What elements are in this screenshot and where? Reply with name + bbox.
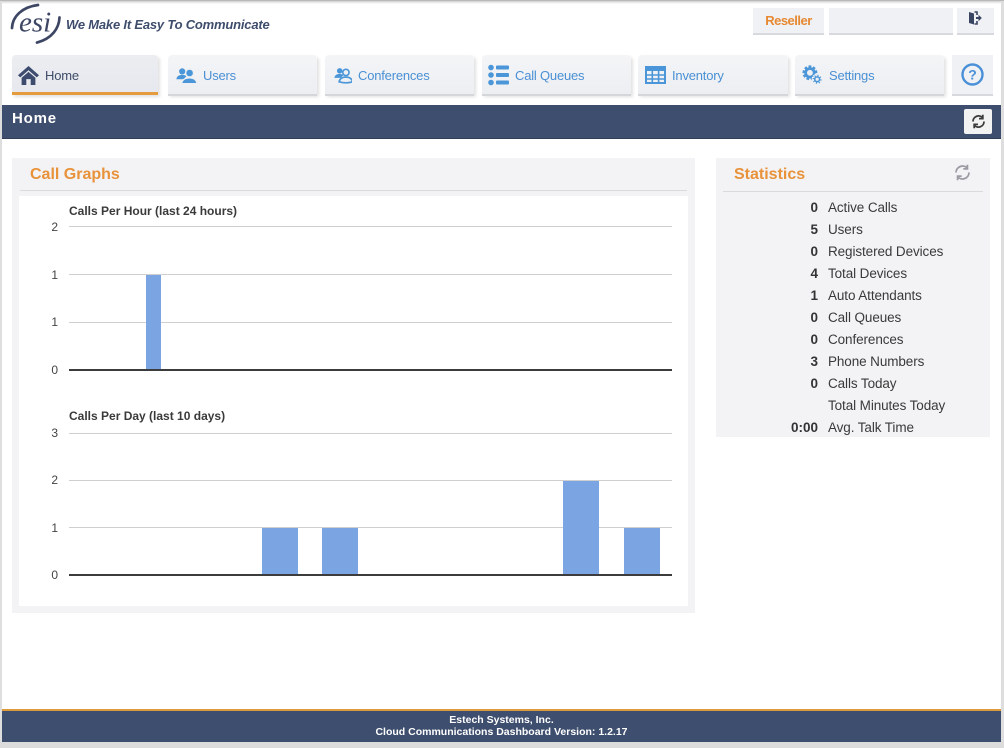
svg-text:?: ? [968, 67, 977, 83]
svg-text:esi: esi [19, 7, 51, 39]
